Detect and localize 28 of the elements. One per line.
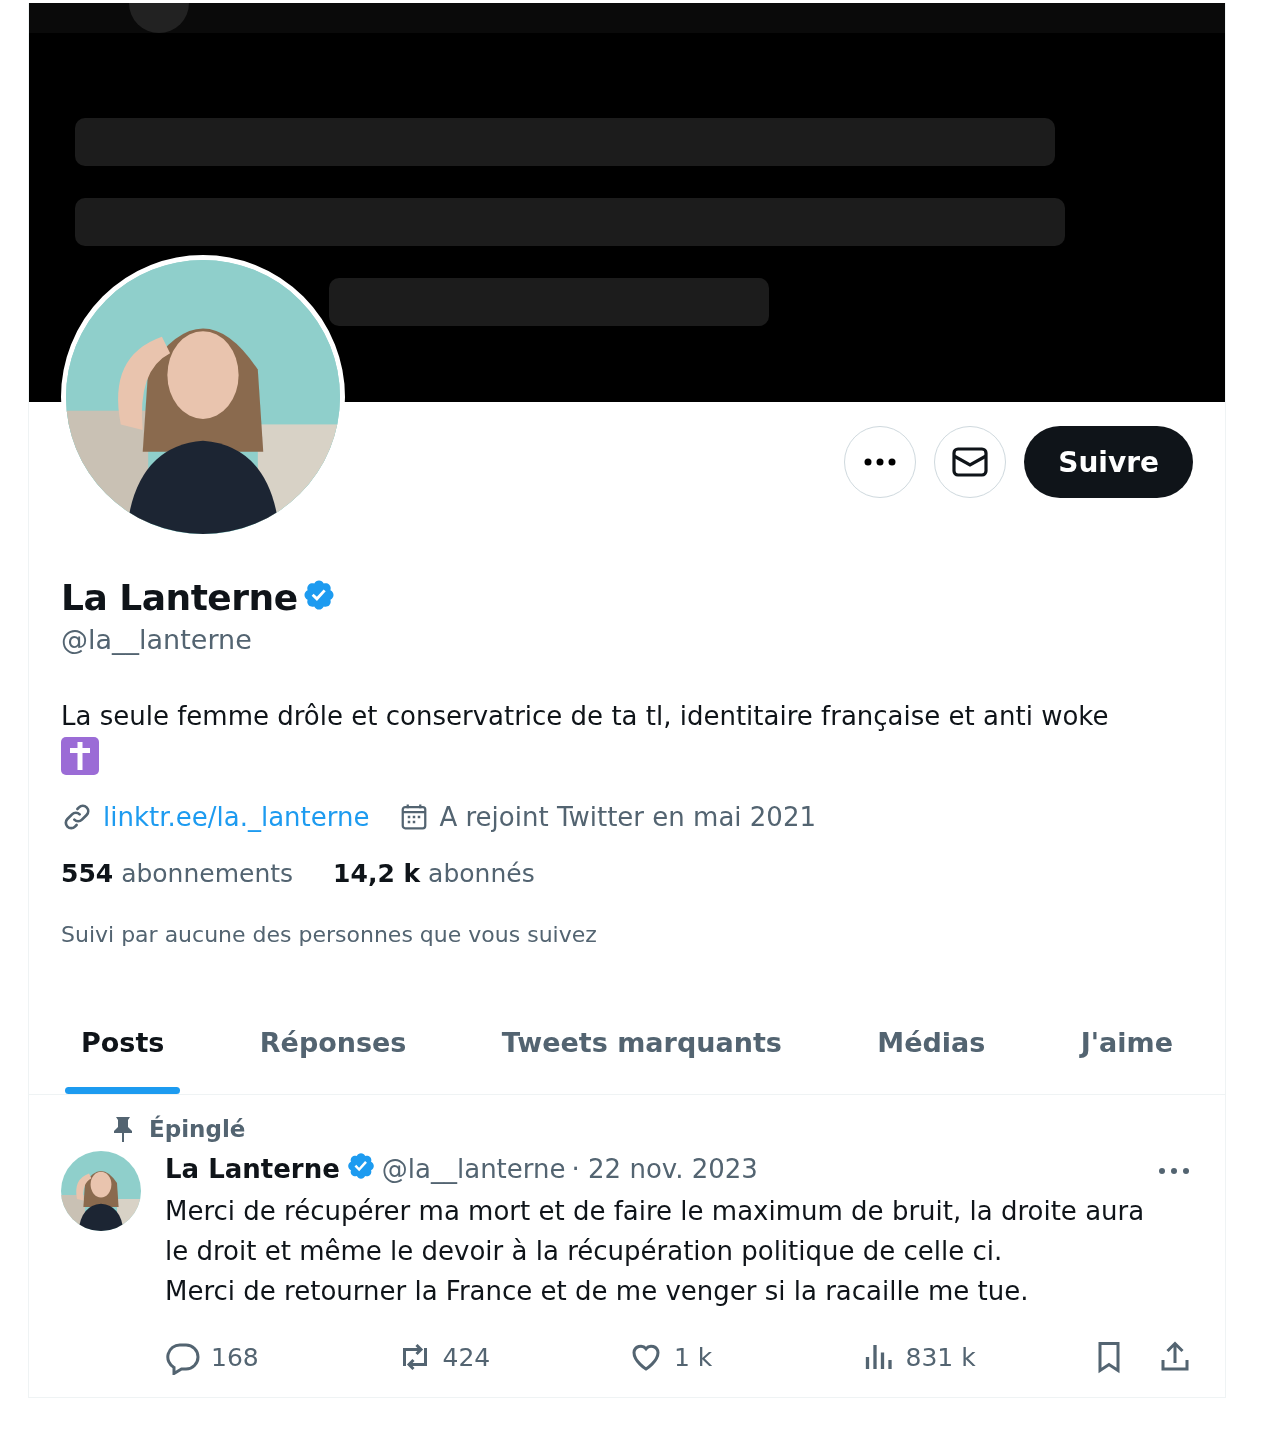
bio-text: La seule femme drôle et conservatrice de ta tl, identitaire française et anti woke: [61, 700, 1110, 733]
author-name[interactable]: La Lanterne: [165, 1154, 340, 1184]
tweet-date[interactable]: · 22 nov. 2023: [571, 1154, 758, 1184]
profile-handle: @la__lanterne: [61, 624, 253, 655]
envelope-icon: [952, 447, 989, 477]
profile-tab[interactable]: Réponses: [243, 1015, 423, 1094]
retweet-button[interactable]: 424: [396, 1339, 587, 1375]
like-button[interactable]: 1 k: [628, 1339, 818, 1375]
profile-tab[interactable]: Posts: [65, 1015, 181, 1094]
follow-button[interactable]: Suivre: [1024, 426, 1193, 498]
pinned-label: Épinglé: [149, 1116, 246, 1142]
more-icon: [1159, 1167, 1189, 1174]
author-handle[interactable]: @la__lanterne: [381, 1154, 566, 1184]
profile-tab[interactable]: J'aime: [1064, 1015, 1189, 1094]
followed-by-text: Suivi par aucune des personnes que vous suivez: [61, 922, 598, 947]
pin-icon: [111, 1115, 135, 1143]
profile-name: La Lanterne: [61, 576, 298, 618]
profile-tab[interactable]: Tweets marquants: [485, 1015, 798, 1094]
reply-button[interactable]: 168: [165, 1339, 355, 1375]
views-button[interactable]: 831 k: [859, 1339, 1050, 1375]
cross-icon: [61, 737, 99, 775]
following-link[interactable]: 554 abonnements: [61, 859, 294, 888]
more-icon: [863, 458, 898, 466]
tweet-text: Merci de récupérer ma mort et de faire le maximum de bruit, la droite aura le droit et même le devoir à la récupération politique de celle ci.: [165, 1195, 1146, 1268]
join-date: A rejoint Twitter en mai 2021: [439, 802, 816, 832]
tweet-text: Merci de retourner la France et de me venger si la racaille me tue.: [165, 1275, 1030, 1308]
followers-link[interactable]: 14,2 k abonnés: [333, 859, 535, 888]
profile-tab[interactable]: Médias: [861, 1015, 1002, 1094]
